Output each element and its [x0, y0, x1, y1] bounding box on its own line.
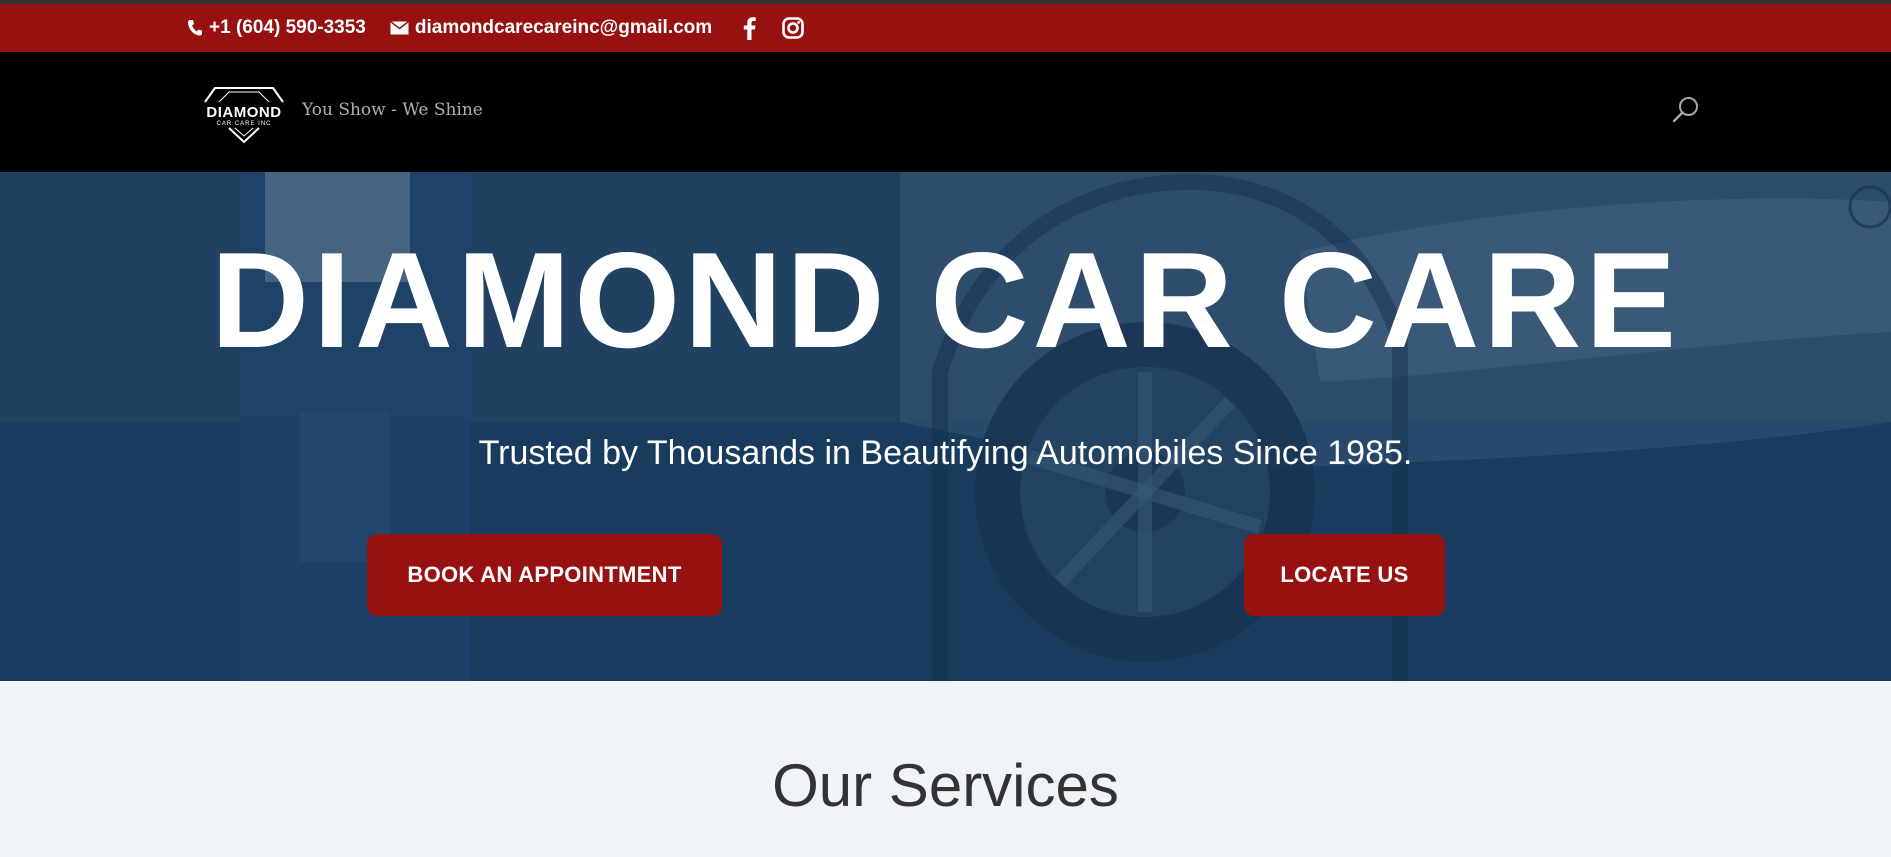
services-heading: Our Services: [772, 752, 1119, 819]
book-appointment-button[interactable]: BOOK AN APPOINTMENT: [367, 534, 722, 616]
services-section: Our Services: [0, 681, 1891, 857]
main-header: DIAMOND CAR CARE INC You Show - We Shine: [0, 52, 1891, 172]
instagram-link[interactable]: [780, 13, 806, 43]
hero-section: DIAMOND CAR CARE Trusted by Thousands in…: [0, 172, 1891, 681]
facebook-link[interactable]: [736, 13, 762, 43]
envelope-icon: [389, 21, 409, 35]
locate-us-button[interactable]: LOCATE US: [1244, 534, 1445, 616]
logo-wordmark: DIAMOND: [206, 104, 282, 121]
hero-subtitle: Trusted by Thousands in Beautifying Auto…: [478, 434, 1413, 472]
logo-subtext: CAR CARE INC: [216, 121, 272, 127]
email-address: diamondcarecareinc@gmail.com: [414, 17, 713, 38]
site-logo[interactable]: DIAMOND CAR CARE INC: [193, 86, 295, 144]
phone-link[interactable]: +1 (604) 590-3353: [187, 17, 366, 39]
phone-number: +1 (604) 590-3353: [209, 17, 366, 38]
phone-icon: [188, 20, 202, 36]
instagram-icon: [782, 17, 804, 39]
contact-topbar: +1 (604) 590-3353 diamondcarecareinc@gma…: [0, 4, 1891, 52]
email-link[interactable]: diamondcarecareinc@gmail.com: [389, 17, 713, 39]
hero-title: DIAMOND CAR CARE: [210, 224, 1681, 376]
site-tagline: You Show - We Shine: [302, 100, 483, 120]
facebook-icon: [743, 16, 756, 40]
search-button[interactable]: [1671, 95, 1701, 125]
search-icon: [1672, 97, 1698, 123]
contact-items: +1 (604) 590-3353 diamondcarecareinc@gma…: [187, 4, 824, 52]
